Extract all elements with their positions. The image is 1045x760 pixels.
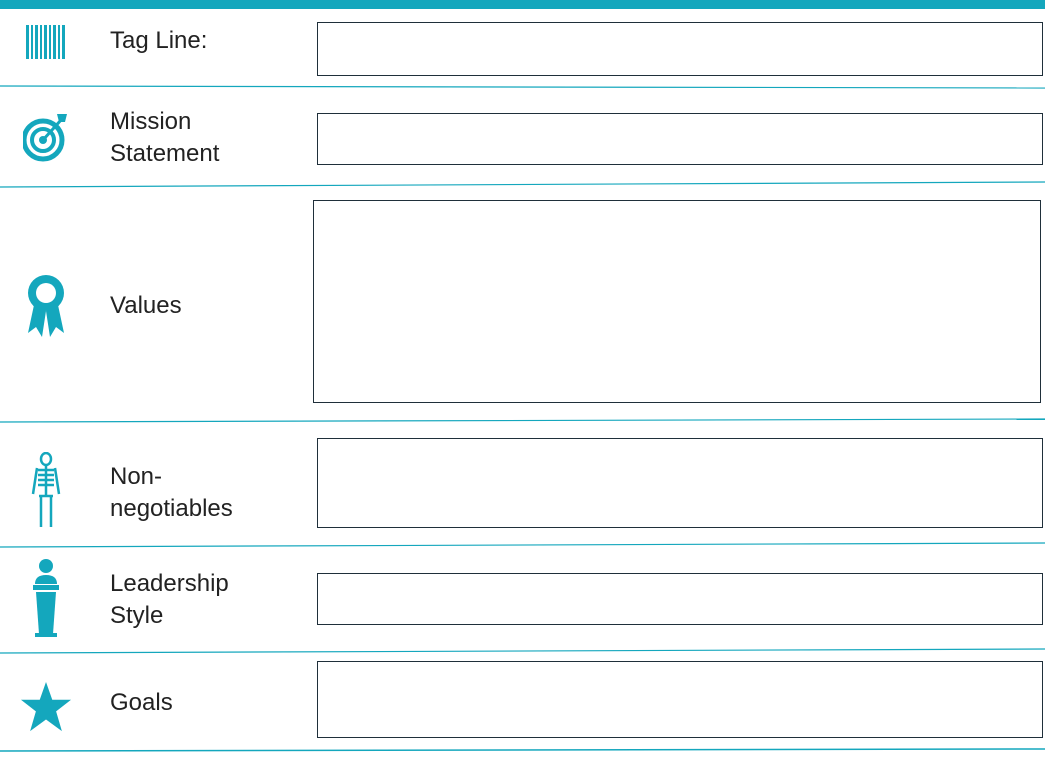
- skeleton-icon: [20, 450, 72, 530]
- goals-field[interactable]: [317, 661, 1043, 738]
- tag-line-field[interactable]: [317, 22, 1043, 76]
- row-label: Non- negotiables: [110, 463, 233, 522]
- row-label: Goals: [110, 689, 173, 716]
- row-label: Tag Line:: [110, 27, 208, 54]
- row-label: Mission Statement: [110, 108, 220, 167]
- mission-statement-field[interactable]: [317, 113, 1043, 165]
- values-field[interactable]: [313, 200, 1041, 403]
- row-label: Leadership Style: [110, 570, 229, 629]
- row-label: Values: [110, 292, 182, 319]
- non-negotiables-field[interactable]: [317, 438, 1043, 528]
- star-icon: [20, 672, 72, 742]
- podium-speaker-icon: [20, 556, 72, 640]
- award-ribbon-icon: [20, 270, 72, 342]
- barcode-icon: [20, 20, 72, 64]
- leadership-style-field[interactable]: [317, 573, 1043, 625]
- target-icon: [20, 110, 72, 164]
